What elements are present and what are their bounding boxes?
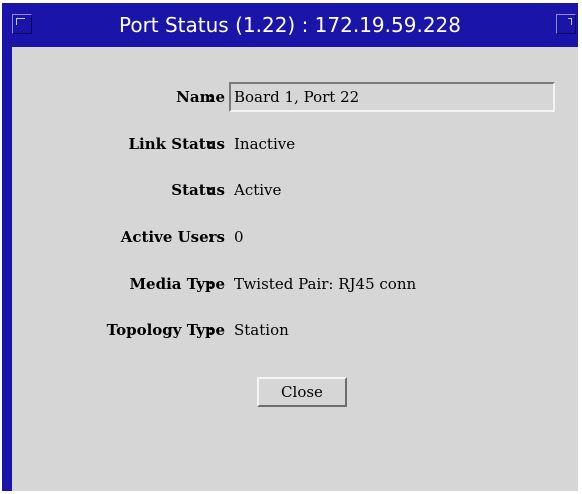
media-type-row: Media Type : Twisted Pair: RJ45 conn [12, 269, 578, 299]
topology-type-value: Station [234, 321, 289, 339]
port-status-window: Port Status (1.22) : 172.19.59.228 Name … [2, 3, 578, 491]
link-status-colon: : [208, 135, 214, 153]
name-field[interactable] [229, 82, 555, 112]
name-colon: : [208, 88, 214, 106]
active-users-value: 0 [234, 228, 244, 246]
dialog-body: Name : Link Status : Inactive Status : A… [12, 47, 578, 491]
status-label: Status [171, 181, 225, 199]
window-menu-icon [16, 18, 25, 25]
status-colon: : [208, 181, 214, 199]
window-menu-button[interactable] [12, 14, 32, 34]
link-status-value: Inactive [234, 135, 296, 153]
media-type-value: Twisted Pair: RJ45 conn [234, 275, 417, 293]
close-button[interactable]: Close [257, 377, 347, 407]
status-row: Status : Active [12, 175, 578, 205]
active-users-colon: : [208, 228, 214, 246]
name-label: Name [176, 88, 225, 106]
title-bar[interactable]: Port Status (1.22) : 172.19.59.228 [2, 3, 578, 47]
window-title: Port Status (1.22) : 172.19.59.228 [118, 13, 461, 37]
window-resize-button[interactable] [556, 14, 576, 34]
status-value: Active [234, 181, 282, 199]
media-type-colon: : [208, 275, 214, 293]
topology-type-row: Topology Type : Station [12, 315, 578, 345]
topology-type-colon: : [208, 321, 214, 339]
link-status-row: Link Status : Inactive [12, 129, 578, 159]
active-users-row: Active Users : 0 [12, 222, 578, 252]
window-resize-icon [568, 18, 572, 25]
